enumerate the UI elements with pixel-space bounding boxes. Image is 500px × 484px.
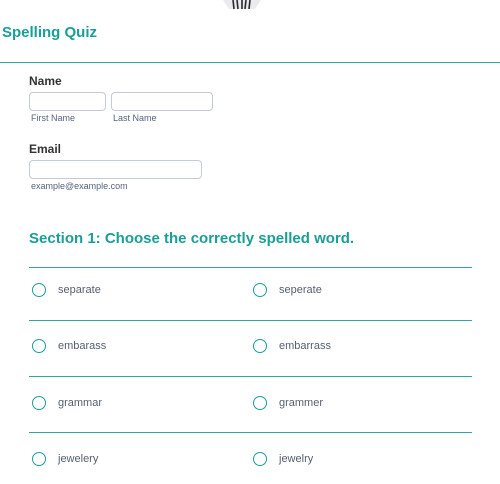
radio-button[interactable] (253, 396, 267, 410)
title-divider (0, 62, 500, 63)
option-separate[interactable]: separate (32, 283, 101, 297)
option-label: separate (58, 284, 101, 296)
section-1-title: Section 1: Choose the correctly spelled … (29, 230, 355, 247)
option-label: jewelry (279, 453, 314, 465)
option-label: embarass (58, 340, 107, 352)
question-divider (29, 432, 472, 433)
option-label: seperate (279, 284, 322, 296)
form-title: Spelling Quiz (2, 24, 98, 41)
question-divider (29, 376, 472, 377)
option-grammer[interactable]: grammer (253, 396, 323, 410)
option-jewelery[interactable]: jewelery (32, 452, 98, 466)
email-input[interactable] (29, 160, 202, 179)
name-label: Name (29, 74, 62, 88)
first-name-sublabel: First Name (31, 113, 76, 123)
question-divider (29, 320, 472, 321)
radio-button[interactable] (32, 339, 46, 353)
form-page: Spelling Quiz Name First Name Last Name … (0, 0, 500, 484)
radio-button[interactable] (253, 452, 267, 466)
option-embarrass[interactable]: embarrass (253, 339, 331, 353)
option-label: embarrass (279, 340, 331, 352)
option-seperate[interactable]: seperate (253, 283, 322, 297)
email-label: Email (29, 142, 62, 156)
option-label: jewelery (58, 453, 99, 465)
header-illustration (223, 0, 261, 10)
radio-button[interactable] (32, 452, 46, 466)
first-name-input[interactable] (29, 92, 106, 111)
last-name-sublabel: Last Name (113, 113, 157, 123)
question-divider (29, 267, 472, 268)
option-grammar[interactable]: grammar (32, 396, 102, 410)
radio-button[interactable] (32, 396, 46, 410)
option-label: grammar (58, 397, 103, 409)
option-jewelry[interactable]: jewelry (253, 452, 313, 466)
radio-button[interactable] (32, 283, 46, 297)
radio-button[interactable] (253, 283, 267, 297)
radio-button[interactable] (253, 339, 267, 353)
option-label: grammer (279, 397, 324, 409)
last-name-input[interactable] (111, 92, 213, 111)
option-embarass[interactable]: embarass (32, 339, 106, 353)
email-sublabel: example@example.com (31, 181, 128, 191)
